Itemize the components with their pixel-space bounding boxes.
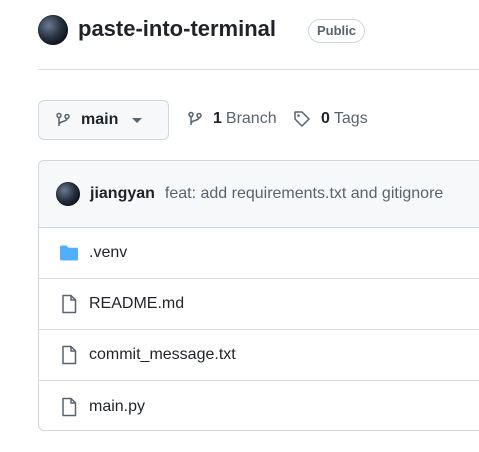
visibility-badge: Public — [308, 19, 366, 43]
tag-count: 0 — [321, 110, 330, 127]
latest-commit-row: jiangyan feat: add requirements.txt and … — [39, 161, 479, 228]
list-item[interactable]: .venv — [39, 228, 479, 279]
file-name[interactable]: README.md — [89, 295, 184, 313]
tags-link[interactable]: 0 Tags — [293, 110, 368, 128]
list-item[interactable]: README.md — [39, 279, 479, 330]
repo-name[interactable]: paste-into-terminal — [78, 16, 276, 42]
file-name[interactable]: .venv — [89, 244, 127, 262]
commit-message[interactable]: feat: add requirements.txt and gitignore — [165, 185, 443, 203]
chevron-down-icon — [132, 117, 143, 123]
file-icon — [59, 397, 79, 417]
list-item[interactable]: main.py — [39, 381, 479, 430]
list-item[interactable]: commit_message.txt — [39, 330, 479, 381]
owner-avatar[interactable] — [38, 15, 68, 45]
branch-count: 1 — [213, 110, 222, 127]
commit-author-avatar[interactable] — [56, 182, 80, 206]
file-icon — [59, 345, 79, 365]
file-name[interactable]: commit_message.txt — [89, 346, 236, 364]
git-branch-icon — [55, 112, 71, 128]
commit-author[interactable]: jiangyan — [90, 185, 155, 203]
git-branch-icon — [187, 111, 203, 127]
folder-icon — [59, 244, 79, 262]
branch-label: Branch — [225, 110, 277, 127]
header-divider — [38, 69, 479, 70]
tag-label: Tags — [333, 110, 368, 127]
tag-icon — [293, 110, 311, 128]
branch-selector-button[interactable]: main — [38, 100, 169, 140]
branches-link[interactable]: 1 Branch — [187, 110, 277, 128]
file-icon — [59, 294, 79, 314]
file-name[interactable]: main.py — [89, 398, 145, 416]
file-list-box: jiangyan feat: add requirements.txt and … — [38, 160, 479, 431]
current-branch-label: main — [81, 111, 119, 128]
